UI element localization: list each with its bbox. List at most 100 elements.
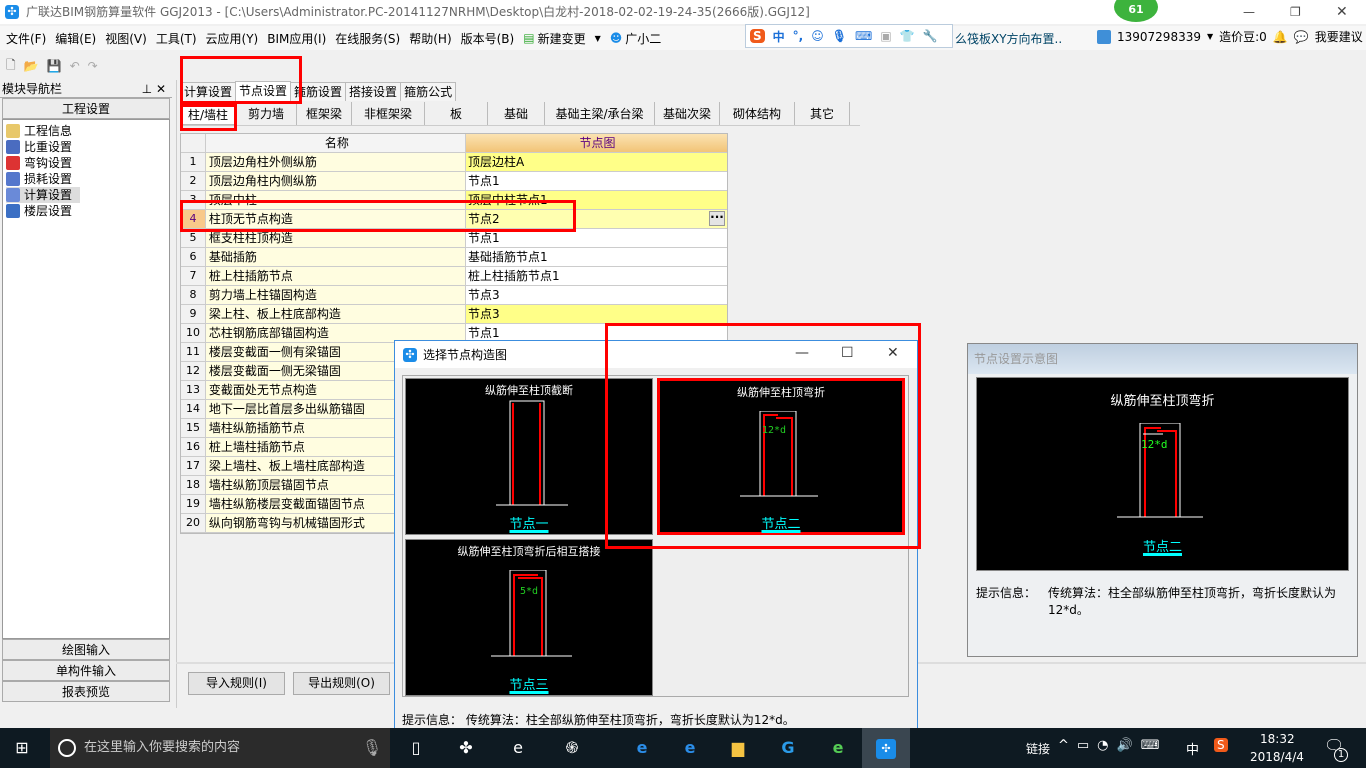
row-node-value[interactable]: 节点3: [466, 286, 727, 304]
tab-lap[interactable]: 搭接设置: [345, 82, 402, 101]
nav-drawing-input[interactable]: 绘图输入: [2, 639, 170, 660]
menu-tools[interactable]: 工具(T): [156, 30, 197, 47]
tab-node[interactable]: 节点设置: [235, 81, 292, 101]
pin-close-icons[interactable]: ⊥ ✕: [142, 80, 166, 97]
dialog-minimize-button[interactable]: —: [795, 345, 809, 361]
table-row[interactable]: 9 梁上柱、板上柱底部构造 节点3: [181, 305, 727, 324]
tab-calc[interactable]: 计算设置: [180, 82, 237, 101]
menu-new-change[interactable]: 新建变更: [538, 30, 586, 47]
subtab-column[interactable]: 柱/墙柱: [180, 102, 236, 125]
redo-icon[interactable]: ↷: [88, 59, 98, 73]
cortana-icon[interactable]: [58, 739, 76, 757]
app-spiral-icon[interactable]: ֍: [560, 736, 584, 760]
subtab-secondary-beam[interactable]: 基础次梁: [655, 102, 720, 125]
app-fan-icon[interactable]: ✤: [454, 736, 478, 760]
close-button[interactable]: ✕: [1336, 0, 1348, 24]
start-icon[interactable]: ⊞: [10, 736, 34, 760]
nav-item-calc[interactable]: 计算设置: [6, 187, 80, 203]
subtab-foundation[interactable]: 基础: [488, 102, 545, 125]
wrench-icon[interactable]: 🔧: [923, 29, 938, 43]
ime-lang[interactable]: 中: [773, 28, 785, 45]
ticker-text[interactable]: 么筏板XY方向布置..: [955, 30, 1062, 47]
sogou-icon[interactable]: S: [750, 29, 765, 43]
tray-icons[interactable]: ^▭◔🔊⌨: [1058, 738, 1167, 753]
tab-stirrup[interactable]: 箍筋设置: [290, 82, 347, 101]
user-icon[interactable]: ▣: [880, 29, 891, 43]
subtab-slab[interactable]: 板: [425, 102, 488, 125]
skin-icon[interactable]: 👕: [900, 29, 915, 43]
open-folder-icon[interactable]: 📂: [24, 59, 39, 73]
score-badge[interactable]: 61: [1114, 0, 1158, 22]
row-node-value[interactable]: 节点3: [465, 305, 727, 323]
mic-icon[interactable]: 🎙: [360, 736, 384, 760]
menu-online[interactable]: 在线服务(S): [335, 30, 400, 47]
tray-link[interactable]: 链接: [1026, 740, 1050, 757]
row-node-value[interactable]: 节点1: [466, 172, 727, 190]
nav-item-hook[interactable]: 弯钩设置: [6, 155, 166, 171]
menu-view[interactable]: 视图(V): [105, 30, 147, 47]
subtab-nonframe-beam[interactable]: 非框架梁: [352, 102, 425, 125]
bell-icon[interactable]: 🔔: [1273, 30, 1288, 44]
file-explorer-icon[interactable]: ▆: [726, 736, 750, 760]
undo-icon[interactable]: ↶: [70, 59, 80, 73]
ellipsis-button[interactable]: ···: [708, 211, 725, 226]
menu-file[interactable]: 文件(F): [6, 30, 46, 47]
punct-icon[interactable]: °,: [793, 29, 804, 43]
active-app-tile[interactable]: ✣: [862, 728, 910, 768]
dropdown-arrow-icon[interactable]: ▼: [595, 34, 601, 43]
row-node-value[interactable]: 桩上柱插筋节点1: [466, 267, 727, 285]
edge-icon[interactable]: e: [630, 736, 654, 760]
option-node-2-selected[interactable]: 纵筋伸至柱顶弯折 12*d 节点二: [657, 378, 905, 535]
nav-section-project-settings[interactable]: 工程设置: [2, 98, 170, 119]
table-row[interactable]: 7 桩上柱插筋节点 桩上柱插筋节点1: [181, 267, 727, 286]
nav-item-density[interactable]: 比重设置: [6, 139, 166, 155]
menu-help[interactable]: 帮助(H): [409, 30, 451, 47]
table-row[interactable]: 8 剪力墙上柱锚固构造 节点3: [181, 286, 727, 305]
task-view-icon[interactable]: ▯: [404, 736, 428, 760]
menu-cloud[interactable]: 云应用(Y): [206, 30, 259, 47]
ie-icon[interactable]: e: [678, 736, 702, 760]
subtab-shearwall[interactable]: 剪力墙: [236, 102, 297, 125]
account-phone[interactable]: 13907298339: [1117, 30, 1201, 44]
row-node-value[interactable]: 节点1: [466, 229, 727, 247]
subtab-other[interactable]: 其它: [795, 102, 850, 125]
row-node-value[interactable]: 节点2 ···: [465, 210, 727, 228]
emoji-icon[interactable]: ☺: [811, 29, 824, 43]
subtab-foundation-beam[interactable]: 基础主梁/承台梁: [545, 102, 655, 125]
menu-version[interactable]: 版本号(B): [461, 30, 515, 47]
tray-lang[interactable]: 中: [1186, 739, 1199, 758]
table-row[interactable]: 1 顶层边角柱外侧纵筋 顶层边柱A: [181, 153, 727, 172]
row-node-value[interactable]: 基础插筋节点1: [466, 248, 727, 266]
keyboard-icon[interactable]: ⌨: [855, 29, 872, 43]
clock-date[interactable]: 2018/4/4: [1250, 750, 1304, 764]
subtab-frame-beam[interactable]: 框架梁: [297, 102, 352, 125]
taskbar-search[interactable]: 在这里输入你要搜索的内容: [50, 728, 390, 768]
browser-360-icon[interactable]: e: [826, 736, 850, 760]
menu-assistant[interactable]: 广小二: [625, 30, 661, 47]
nav-report[interactable]: 报表预览: [2, 681, 170, 702]
nav-single-input[interactable]: 单构件输入: [2, 660, 170, 681]
account-dropdown-icon[interactable]: ▼: [1207, 32, 1213, 41]
save-icon[interactable]: 💾: [47, 59, 62, 73]
nav-item-floor[interactable]: 楼层设置: [6, 203, 166, 219]
table-row[interactable]: 5 框支柱柱顶构造 节点1: [181, 229, 727, 248]
menu-bim[interactable]: BIM应用(I): [267, 30, 326, 47]
export-rules-button[interactable]: 导出规则(O): [293, 672, 390, 695]
row-node-value[interactable]: 顶层中柱节点1: [465, 191, 727, 209]
sogou-tray-icon[interactable]: S: [1214, 738, 1228, 752]
table-row[interactable]: 6 基础插筋 基础插筋节点1: [181, 248, 727, 267]
mic-icon[interactable]: 🎙: [832, 29, 847, 43]
row-node-value[interactable]: 顶层边柱A: [465, 153, 727, 171]
subtab-masonry[interactable]: 砌体结构: [720, 102, 795, 125]
new-file-icon[interactable]: 🗋: [6, 56, 16, 77]
import-rules-button[interactable]: 导入规则(I): [188, 672, 285, 695]
nav-item-project-info[interactable]: 工程信息: [6, 123, 166, 139]
table-row[interactable]: 2 顶层边角柱内侧纵筋 节点1: [181, 172, 727, 191]
edge-legacy-icon[interactable]: e: [506, 736, 530, 760]
nav-item-loss[interactable]: 损耗设置: [6, 171, 166, 187]
menu-edit[interactable]: 编辑(E): [55, 30, 96, 47]
glodon-g-icon[interactable]: G: [776, 736, 800, 760]
table-row[interactable]: 3 顶层中柱 顶层中柱节点1: [181, 191, 727, 210]
minimize-button[interactable]: —: [1243, 0, 1255, 24]
tab-formula[interactable]: 箍筋公式: [400, 82, 457, 101]
